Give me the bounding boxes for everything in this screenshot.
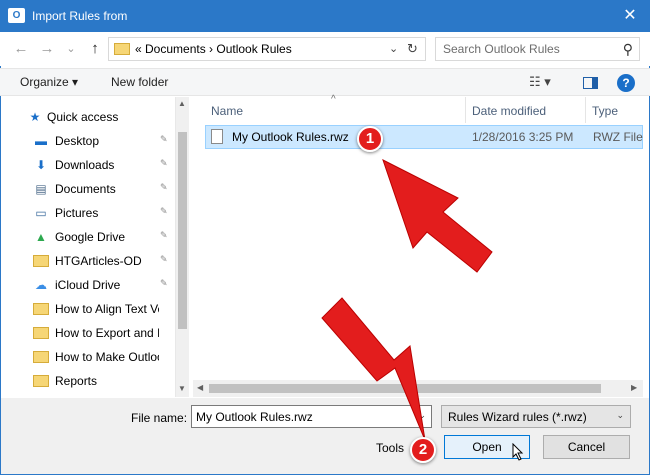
arrow-1-icon bbox=[382, 158, 493, 273]
arrow-2-icon bbox=[321, 297, 426, 441]
callout-badge-2: 2 bbox=[410, 437, 436, 463]
callout-badge-1: 1 bbox=[357, 126, 383, 152]
annotation-arrows bbox=[321, 158, 493, 441]
